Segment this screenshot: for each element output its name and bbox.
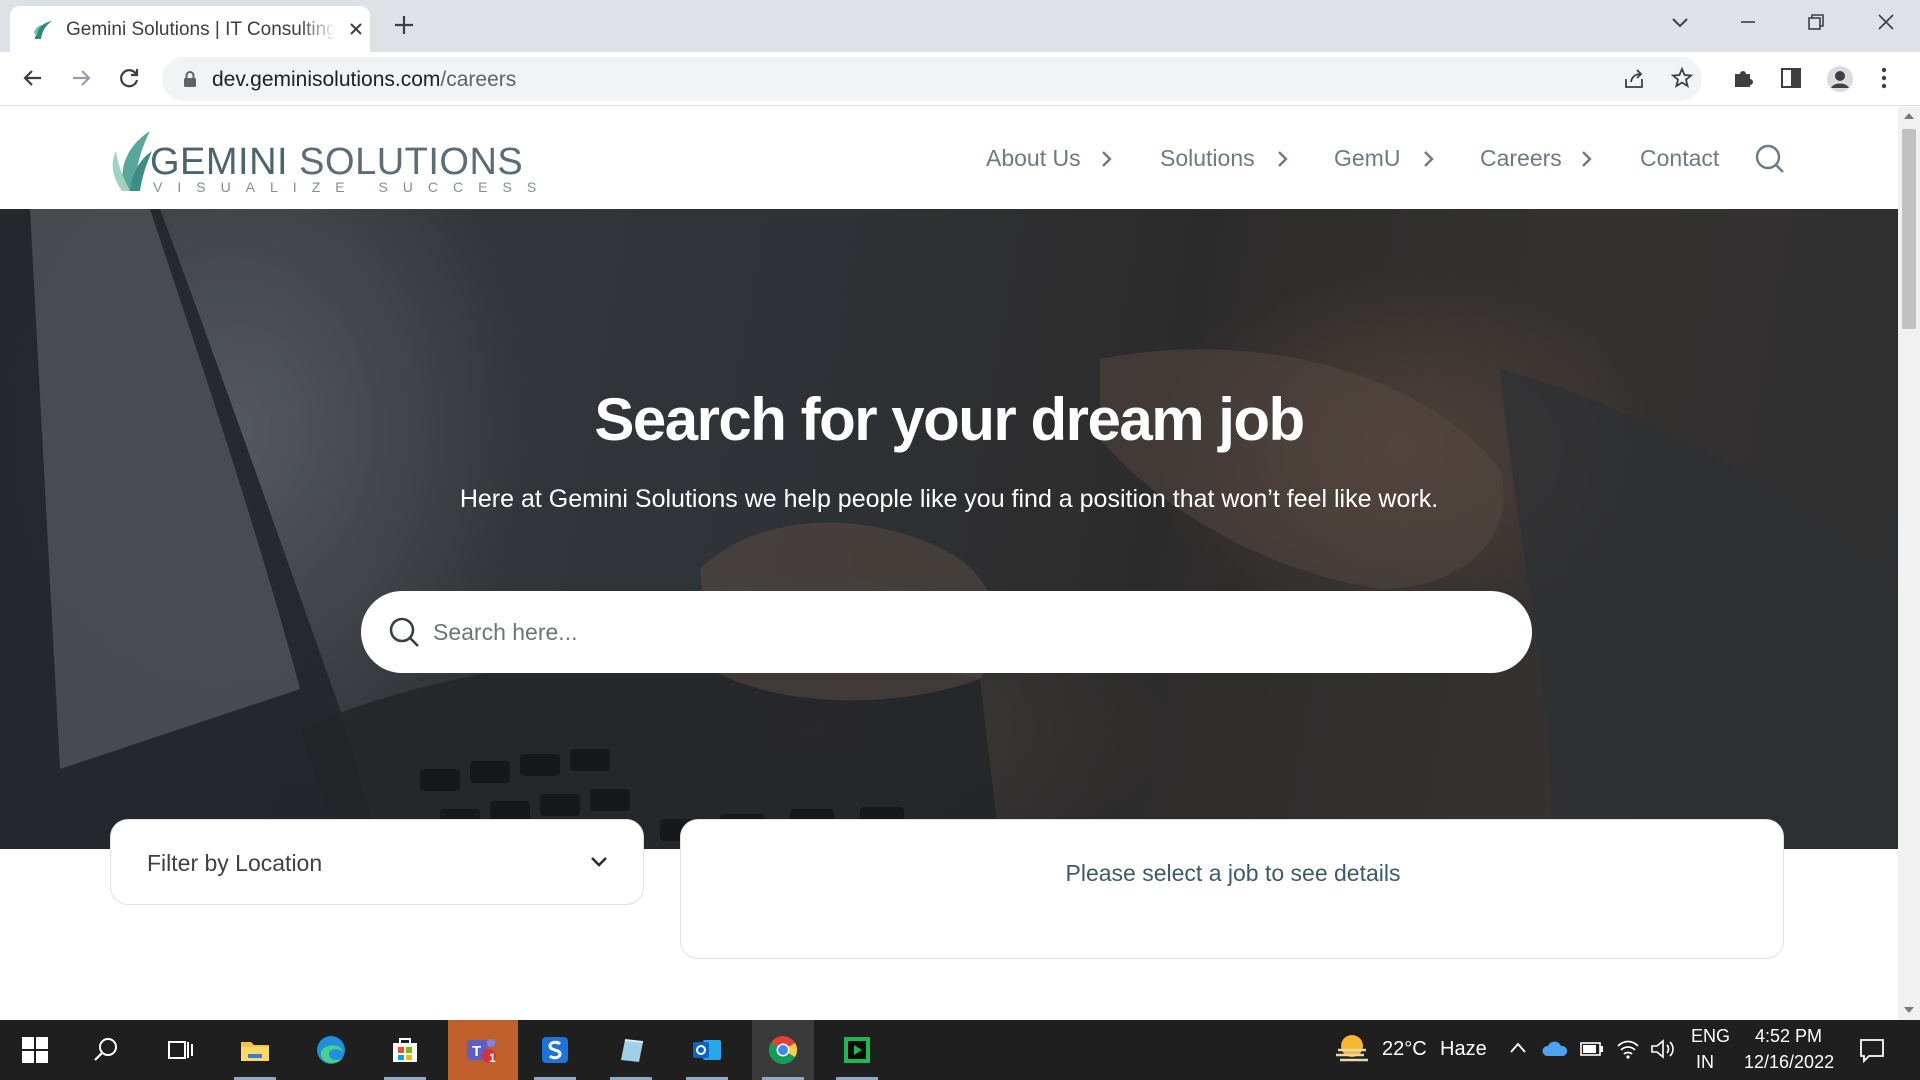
hero-title: Search for your dream job	[594, 386, 1305, 453]
chevron-right-icon[interactable]	[1100, 149, 1114, 169]
teams-notification-badge: 1	[489, 1051, 496, 1065]
notepad-icon	[621, 1039, 644, 1062]
scrollbar-thumb[interactable]	[1902, 129, 1916, 329]
taskbar-file-explorer[interactable]	[224, 1020, 286, 1080]
taskbar-chrome[interactable]	[752, 1020, 814, 1080]
s-app-icon	[542, 1037, 568, 1063]
new-tab-icon[interactable]	[392, 13, 416, 37]
taskbar-notepad-app[interactable]	[600, 1020, 662, 1080]
taskbar-edge[interactable]	[300, 1020, 362, 1080]
logo-leaf-icon	[110, 129, 154, 193]
task-view-icon	[168, 1041, 193, 1059]
weather-temperature[interactable]: 22°C	[1382, 1038, 1427, 1061]
nav-gemu[interactable]: GemU	[1334, 145, 1400, 172]
taskbar-microsoft-store[interactable]	[374, 1020, 436, 1080]
weather-haze-icon[interactable]	[1334, 1032, 1370, 1066]
browser-tab-active[interactable]: Gemini Solutions | IT Consulting, Softwa…	[10, 6, 370, 52]
job-search-bar[interactable]	[361, 591, 1532, 673]
address-bar[interactable]: dev.geminisolutions.com/careers	[162, 57, 1702, 101]
hero-subtitle: Here at Gemini Solutions we help people …	[459, 485, 1439, 513]
tab-close-icon[interactable]	[346, 19, 366, 39]
svg-text:T: T	[472, 1043, 481, 1060]
wifi-icon[interactable]	[1616, 1038, 1640, 1060]
chevron-right-icon[interactable]	[1422, 149, 1436, 169]
chevron-right-icon[interactable]	[1276, 149, 1290, 169]
job-search-input[interactable]	[433, 609, 1493, 655]
battery-icon[interactable]	[1580, 1040, 1604, 1058]
back-arrow-icon[interactable]	[20, 65, 46, 91]
restore-icon[interactable]	[1804, 10, 1828, 34]
logo-tagline: VISUALIZE SUCCESS	[153, 179, 552, 195]
bookmark-star-icon[interactable]	[1670, 66, 1694, 90]
tab-title: Gemini Solutions | IT Consulting, Softwa…	[66, 19, 334, 40]
windows-taskbar: T 1 22°C Haze ENG IN 4:52 PM 12/16/2022	[0, 1020, 1920, 1080]
folder-icon	[241, 1042, 269, 1061]
site-header: GEMINI SOLUTIONS VISUALIZE SUCCESS About…	[0, 107, 1898, 209]
onedrive-cloud-icon[interactable]	[1542, 1040, 1568, 1058]
start-button[interactable]	[4, 1020, 66, 1080]
minimize-icon[interactable]	[1736, 10, 1760, 34]
taskbar-outlook[interactable]	[676, 1020, 738, 1080]
search-icon[interactable]	[387, 615, 421, 649]
job-details-panel: Please select a job to see details	[680, 819, 1784, 959]
taskbar-search-button[interactable]	[76, 1020, 138, 1080]
language-code[interactable]: ENG	[1691, 1026, 1730, 1047]
media-player-icon	[844, 1037, 870, 1063]
tab-search-chevron-icon[interactable]	[1668, 10, 1692, 34]
side-panel-icon[interactable]	[1778, 65, 1804, 91]
page-viewport: GEMINI SOLUTIONS VISUALIZE SUCCESS About…	[0, 107, 1898, 1020]
browser-tab-strip: Gemini Solutions | IT Consulting, Softwa…	[0, 0, 1920, 52]
extensions-puzzle-icon[interactable]	[1730, 65, 1756, 91]
filter-by-location-dropdown[interactable]: Filter by Location	[110, 819, 644, 905]
site-logo[interactable]: GEMINI SOLUTIONS VISUALIZE SUCCESS	[108, 121, 536, 197]
search-icon	[94, 1038, 117, 1061]
share-icon[interactable]	[1622, 67, 1646, 91]
url-text[interactable]: dev.geminisolutions.com/careers	[212, 68, 516, 92]
forward-arrow-icon[interactable]	[68, 65, 94, 91]
logo-word-gemini: GEMINI	[150, 141, 289, 183]
browser-menu-icon[interactable]	[1876, 65, 1892, 91]
windows-logo-icon	[22, 1037, 48, 1063]
nav-about-us[interactable]: About Us	[986, 145, 1081, 172]
chevron-up-icon[interactable]	[1508, 1040, 1528, 1056]
job-details-placeholder: Please select a job to see details	[1065, 860, 1401, 886]
taskbar-teams[interactable]: T 1	[448, 1020, 518, 1080]
logo-wordmark: GEMINI SOLUTIONS	[150, 141, 523, 184]
url-host: dev.geminisolutions.com	[212, 68, 441, 91]
nav-careers[interactable]: Careers	[1480, 145, 1562, 172]
store-icon	[393, 1038, 417, 1062]
tab-title-fade	[300, 16, 336, 44]
clock-date[interactable]: 12/16/2022	[1744, 1052, 1834, 1073]
weather-condition[interactable]: Haze	[1440, 1038, 1487, 1061]
hero-dark-overlay	[0, 209, 1898, 849]
scroll-down-arrow-icon[interactable]	[1903, 1005, 1915, 1015]
nav-contact[interactable]: Contact	[1640, 145, 1719, 172]
site-search-icon[interactable]	[1754, 143, 1786, 175]
hero-banner: Search for your dream job Here at Gemini…	[0, 209, 1898, 849]
notification-center-icon[interactable]	[1858, 1036, 1886, 1064]
filter-location-label: Filter by Location	[147, 850, 323, 876]
clock-time[interactable]: 4:52 PM	[1755, 1026, 1822, 1047]
taskbar-media-app[interactable]	[826, 1020, 888, 1080]
reload-icon[interactable]	[116, 65, 142, 91]
chrome-icon	[769, 1036, 797, 1064]
browser-toolbar: dev.geminisolutions.com/careers	[0, 52, 1920, 106]
page-scrollbar[interactable]	[1898, 107, 1920, 1020]
chevron-right-icon[interactable]	[1580, 149, 1594, 169]
language-region[interactable]: IN	[1696, 1052, 1714, 1073]
nav-solutions[interactable]: Solutions	[1160, 145, 1255, 172]
edge-icon	[317, 1036, 345, 1064]
close-window-icon[interactable]	[1874, 10, 1898, 34]
taskbar-skype-app[interactable]	[524, 1020, 586, 1080]
scroll-up-arrow-icon[interactable]	[1903, 111, 1915, 121]
logo-word-solutions: SOLUTIONS	[288, 141, 524, 183]
site-favicon-icon	[32, 19, 54, 41]
task-view-button[interactable]	[148, 1020, 210, 1080]
volume-speaker-icon[interactable]	[1650, 1038, 1676, 1060]
lock-icon[interactable]	[182, 70, 198, 88]
url-path: /careers	[440, 68, 517, 91]
outlook-icon	[693, 1040, 721, 1060]
chevron-down-icon[interactable]	[589, 852, 609, 872]
profile-avatar-icon[interactable]	[1826, 65, 1854, 93]
